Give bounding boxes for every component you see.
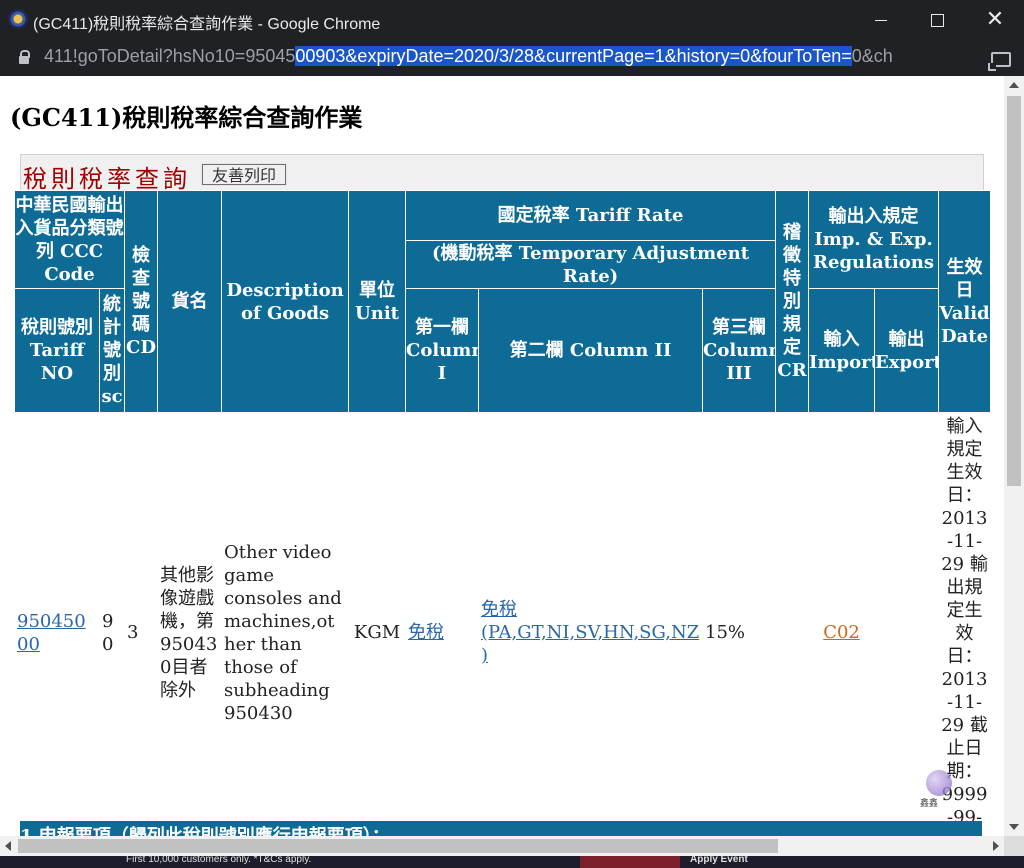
header-column-1: 第一欄 Column I — [405, 288, 480, 413]
report-items-bar: 1.申報要項（歸列此稅則號別應行申報要項）： — [20, 821, 982, 836]
url-plain: 411!goToDetail?hsNo10=95045 — [44, 46, 296, 66]
header-check-code: 檢查號碼 CD — [124, 190, 159, 413]
scroll-right-icon[interactable] — [993, 841, 999, 851]
cast-icon[interactable] — [988, 52, 1011, 71]
lock-icon[interactable] — [19, 50, 30, 64]
watermark-text: 鑫鑫 — [920, 799, 939, 809]
window-title: (GC411)稅則稅率綜合查詢作業 - Google Chrome — [33, 16, 381, 33]
scroll-up-icon[interactable] — [1009, 82, 1019, 88]
close-button[interactable]: ✕ — [966, 0, 1024, 40]
query-header-bar: 稅則稅率查詢 友善列印 — [20, 154, 984, 194]
header-goods-zh: 貨名 — [157, 190, 223, 413]
header-export: 輸出 Export — [874, 288, 940, 413]
header-column-2: 第二欄 Column II — [478, 288, 704, 413]
cell-column-2: 免稅 (PA,GT,NI,SV,HN,SG,NZ) — [478, 412, 704, 836]
banner-right-text: Apply Event — [690, 856, 748, 865]
maximize-button[interactable] — [908, 0, 966, 40]
import-regulation-link[interactable]: C02 — [823, 622, 860, 643]
tariff-no-link[interactable]: 95045000 — [17, 611, 86, 655]
scroll-down-icon[interactable] — [1009, 824, 1019, 830]
chrome-app-icon — [8, 9, 28, 29]
vertical-scroll-thumb[interactable] — [1007, 96, 1021, 486]
background-banner-strip: First 10,000 customers only. *T&Cs apply… — [0, 856, 1024, 868]
cell-sc: 90 — [98, 412, 126, 836]
tariff-table: 中華民國輸出入貨品分類號列 CCC Code 檢查號碼 CD 貨名 Descri… — [13, 190, 992, 836]
cell-column-3: 15% — [702, 412, 777, 836]
header-tariff-rate: 國定稅率 Tariff Rate — [405, 190, 777, 241]
page-viewport: (GC411)稅則稅率綜合查詢作業 稅則稅率查詢 友善列印 中華民國輸出入貨品分… — [0, 76, 1004, 836]
cell-unit: KGM — [348, 412, 407, 836]
header-import: 輸入 Import — [808, 288, 876, 413]
page-title: (GC411)稅則稅率綜合查詢作業 — [10, 103, 363, 132]
banner-left-text: First 10,000 customers only. *T&Cs apply… — [126, 856, 312, 865]
column-1-rate-link[interactable]: 免稅 — [408, 622, 444, 643]
horizontal-scroll-thumb[interactable] — [18, 839, 778, 853]
table-row: 95045000 90 3 其他影像遊戲機，第950430目者除外 Other … — [14, 412, 992, 836]
header-goods-en: Description of Goods — [221, 190, 350, 413]
watermark-logo: 鑫鑫 — [918, 770, 966, 814]
scroll-left-icon[interactable] — [5, 841, 11, 851]
cell-import: C02 — [808, 412, 876, 836]
url-selection: 00903&expiryDate=2020/3/28&currentPage=1… — [295, 46, 852, 66]
header-temporary-rate: (機動稅率 Temporary Adjustment Rate) — [405, 240, 777, 289]
watermark-orb-icon — [926, 770, 952, 796]
header-valid-date: 生效日 Valid Date — [938, 190, 992, 413]
cell-goods-en: Other video game consoles and machines,o… — [221, 412, 350, 836]
header-column-3: 第三欄 Column III — [702, 288, 777, 413]
minimize-icon — [875, 19, 887, 21]
friendly-print-button[interactable]: 友善列印 — [201, 163, 287, 186]
maximize-icon — [930, 13, 944, 27]
horizontal-scrollbar[interactable] — [0, 836, 1004, 856]
banner-band — [580, 856, 680, 868]
cell-cr — [775, 412, 810, 836]
header-sc: 統計號別 sc — [98, 288, 126, 413]
window-titlebar: (GC411)稅則稅率綜合查詢作業 - Google Chrome ✕ — [0, 0, 1024, 40]
address-bar[interactable]: 411!goToDetail?hsNo10=9504500903&expiryD… — [0, 40, 1024, 76]
header-tariff-no: 稅則號別 Tariff NO — [14, 288, 100, 413]
header-regulations: 輸出入規定 Imp. & Exp. Regulations — [808, 190, 940, 289]
close-icon: ✕ — [985, 7, 1005, 32]
column-2-rate-link[interactable]: 免稅 (PA,GT,NI,SV,HN,SG,NZ) — [481, 599, 699, 666]
query-title: 稅則稅率查詢 — [23, 165, 191, 193]
cell-column-1: 免稅 — [405, 412, 480, 836]
header-cr: 稽徵特別規定 CR — [775, 190, 810, 413]
cell-goods-zh: 其他影像遊戲機，第950430目者除外 — [157, 412, 223, 836]
header-unit: 單位 Unit — [348, 190, 407, 413]
header-ccc-code: 中華民國輸出入貨品分類號列 CCC Code — [13, 190, 126, 289]
cell-cd: 3 — [124, 412, 159, 836]
url-tail: 0&ch — [851, 46, 893, 66]
minimize-button[interactable] — [852, 0, 910, 40]
scrollbar-corner — [1004, 836, 1024, 856]
vertical-scrollbar[interactable] — [1004, 76, 1024, 836]
cell-tariff-no: 95045000 — [14, 412, 100, 836]
url-field[interactable]: 411!goToDetail?hsNo10=9504500903&expiryD… — [44, 46, 974, 67]
